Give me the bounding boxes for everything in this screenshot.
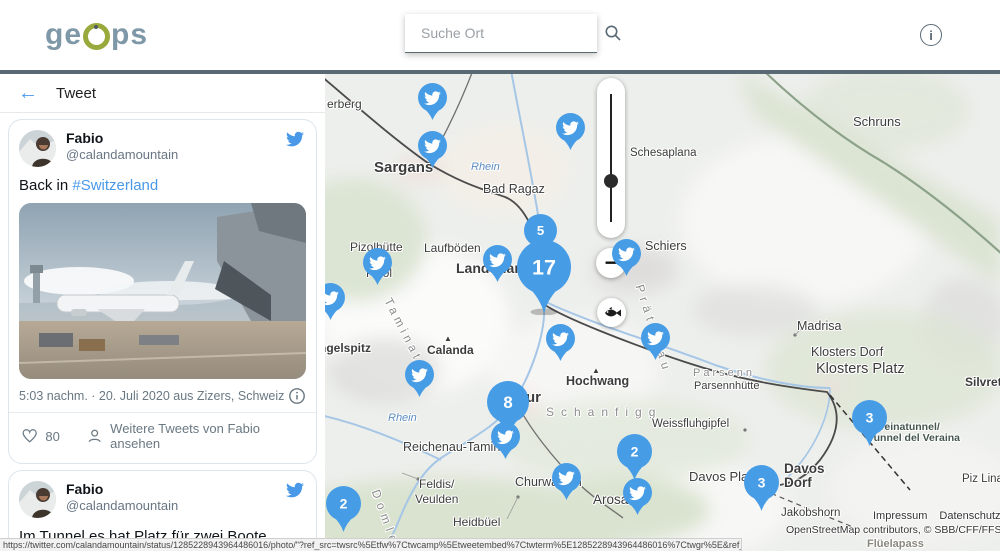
logo-o-icon (83, 23, 110, 50)
tweet-text: Back in #Switzerland (19, 176, 306, 195)
search-icon[interactable] (604, 23, 622, 43)
map-label: Dorf (784, 476, 812, 491)
peak-marker: ▲ (592, 367, 600, 376)
map-label: Veulden (415, 493, 458, 506)
tweet-info-icon[interactable] (288, 387, 306, 405)
tweet-pin[interactable] (360, 246, 395, 292)
map-label: Parsennhütte (694, 380, 759, 392)
map-label: Hochwang (566, 375, 629, 389)
map-overlays: erbergSargansRheinBad RagazSchrunsSchesa… (325, 70, 1000, 551)
like-count: 80 (45, 429, 59, 444)
map-label: Davos (784, 462, 825, 477)
browser-status-bar: https://twitter.com/calandamountain/stat… (0, 538, 742, 551)
zoom-slider[interactable] (597, 78, 625, 238)
tweet-author-name: Fabio (66, 481, 284, 498)
map-label: Klosters Dorf (811, 346, 883, 360)
tweet-cluster-17[interactable]: 17 (514, 238, 574, 320)
svg-text:3: 3 (757, 474, 765, 490)
map-label: Schanfigg (546, 406, 662, 419)
tweet-cluster-2[interactable]: 2 (325, 484, 364, 539)
tweet-pin[interactable] (549, 461, 584, 507)
map-label: erberg (327, 98, 362, 111)
tweet-pin[interactable] (402, 358, 437, 404)
tweet-pin[interactable] (609, 237, 644, 283)
search-box[interactable] (405, 14, 597, 53)
svg-text:17: 17 (532, 255, 556, 280)
hashtag-link[interactable]: #Switzerland (72, 177, 158, 194)
avatar (19, 130, 56, 167)
sidebar-header: ← Tweet (0, 74, 325, 113)
header-divider (0, 70, 1000, 74)
map-label: Silvretta (965, 376, 1000, 389)
map-label: Weissfluhgipfel (652, 418, 729, 431)
geops-logo[interactable]: geps (45, 17, 148, 53)
map-label: Klosters Platz (816, 362, 905, 378)
tweet-pin[interactable] (415, 81, 450, 127)
more-tweets-link[interactable]: Weitere Tweets von Fabio ansehen (86, 421, 306, 451)
fish-layer-button[interactable] (597, 298, 626, 327)
tweet-pin[interactable] (553, 111, 588, 157)
app-header: geps i (0, 0, 1000, 70)
map-label: Calanda (427, 344, 474, 357)
avatar (19, 481, 56, 518)
twitter-icon (284, 481, 306, 499)
tweet-pin[interactable] (415, 129, 450, 175)
like-icon[interactable] (21, 427, 38, 445)
map-attribution: OpenStreetMap contributors, © SBB/CFF/FF… (786, 524, 1000, 536)
sidebar-title: Tweet (56, 85, 96, 102)
info-button[interactable]: i (920, 24, 942, 46)
tweet-pin[interactable] (543, 322, 578, 368)
tweet-author-handle: @calandamountain (66, 147, 284, 163)
tweet-pin[interactable] (638, 321, 673, 367)
tweet-author-handle: @calandamountain (66, 498, 284, 514)
map-canvas[interactable]: erbergSargansRheinBad RagazSchrunsSchesa… (325, 70, 1000, 551)
fish-icon (603, 307, 621, 319)
map-label: Heidbüel (453, 516, 500, 529)
search-input[interactable] (419, 24, 604, 42)
map-label: Madrisa (797, 320, 841, 334)
map-label: Laufböden (424, 242, 481, 255)
tweet-cluster-3[interactable]: 3 (849, 398, 890, 453)
datenschutz-link[interactable]: Datenschutz (939, 510, 1000, 522)
map-label: Bad Ragaz (483, 183, 545, 197)
zoom-slider-handle[interactable] (604, 174, 618, 188)
svg-text:2: 2 (339, 495, 347, 511)
back-button[interactable]: ← (18, 83, 38, 103)
tweet-sidebar: ← Tweet Fabio @calandamountain Back in #… (0, 74, 325, 551)
map-label: Schiers (645, 240, 687, 254)
tweet-pin[interactable] (620, 476, 655, 522)
map-label: Schesaplana (630, 147, 697, 160)
tweet-pin[interactable] (480, 243, 515, 289)
map-label: Rhein (471, 161, 500, 173)
map-label: Schruns (853, 115, 901, 129)
tweet-timestamp: 5:03 nachm. · 20. Juli 2020 aus Zizers, … (19, 389, 284, 403)
map-label: Rhein (388, 412, 417, 424)
svg-text:5: 5 (536, 223, 543, 238)
person-icon (86, 427, 103, 445)
svg-text:2: 2 (630, 443, 638, 459)
impressum-link[interactable]: Impressum (873, 510, 927, 522)
logo-text-pre: ge (45, 17, 82, 53)
twitter-icon (284, 130, 306, 148)
map-label: Parsenn (693, 367, 755, 379)
tweet-cluster-3[interactable]: 3 (741, 463, 782, 518)
svg-text:3: 3 (865, 409, 873, 425)
tweet-card[interactable]: Fabio @calandamountain Back in #Switzerl… (8, 119, 317, 464)
tweet-photo[interactable] (19, 203, 306, 379)
tweet-pin[interactable] (488, 420, 523, 466)
peak-marker: ▲ (444, 335, 452, 344)
map-label: Piz Linard (962, 473, 1000, 486)
map-label: Feldis/ (419, 478, 454, 491)
map-label: Ringelspitz (325, 342, 371, 355)
logo-text-post: ps (111, 17, 148, 53)
zoom-slider-track (610, 94, 612, 222)
tweet-pin[interactable] (325, 281, 348, 327)
tweet-author-name: Fabio (66, 130, 284, 147)
map-label: Flüelapass (867, 538, 924, 550)
svg-text:8: 8 (503, 393, 512, 412)
map-label: Jakobshorn (781, 507, 840, 520)
